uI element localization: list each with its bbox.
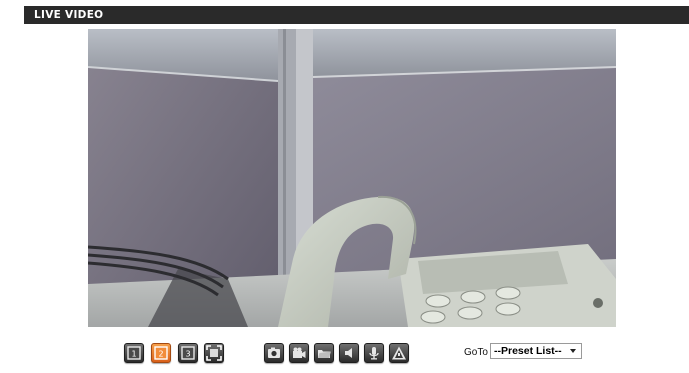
snapshot-button[interactable]: [264, 343, 284, 363]
svg-text:3: 3: [185, 350, 190, 359]
record-button[interactable]: [289, 343, 309, 363]
storage-folder-button[interactable]: [314, 343, 334, 363]
alert-button[interactable]: [389, 343, 409, 363]
live-video-feed[interactable]: [88, 29, 616, 327]
dual-view-icon: 2: [154, 346, 168, 360]
folder-icon: [318, 350, 331, 358]
svg-text:1: 1: [131, 350, 136, 359]
preset-list-select[interactable]: --Preset List--: [490, 343, 582, 359]
preset-select-value: --Preset List--: [494, 345, 562, 357]
video-record-icon: [293, 347, 306, 358]
alert-icon: [392, 346, 406, 360]
triple-view-icon: 3: [181, 346, 195, 360]
video-toolbar: 1 2 3 GoTo --Preset List--: [124, 343, 594, 365]
live-video-panel: LIVE VIDEO 1 2 3 GoTo --Preset List--: [24, 6, 689, 373]
panel-title: LIVE VIDEO: [34, 9, 104, 21]
fullscreen-icon: [206, 345, 222, 361]
chevron-down-icon: [570, 349, 576, 353]
speaker-icon: [345, 348, 352, 358]
panel-header: LIVE VIDEO: [24, 6, 689, 24]
snapshot-camera-icon: [268, 347, 280, 358]
microphone-icon: [369, 347, 379, 360]
single-view-icon: 1: [127, 346, 141, 360]
layout-button-2[interactable]: 2: [151, 343, 171, 363]
fullscreen-button[interactable]: [204, 343, 224, 363]
layout-button-1[interactable]: 1: [124, 343, 144, 363]
layout-button-3[interactable]: 3: [178, 343, 198, 363]
speaker-button[interactable]: [339, 343, 359, 363]
microphone-button[interactable]: [364, 343, 384, 363]
svg-text:2: 2: [158, 350, 163, 359]
goto-label: GoTo: [464, 347, 488, 358]
